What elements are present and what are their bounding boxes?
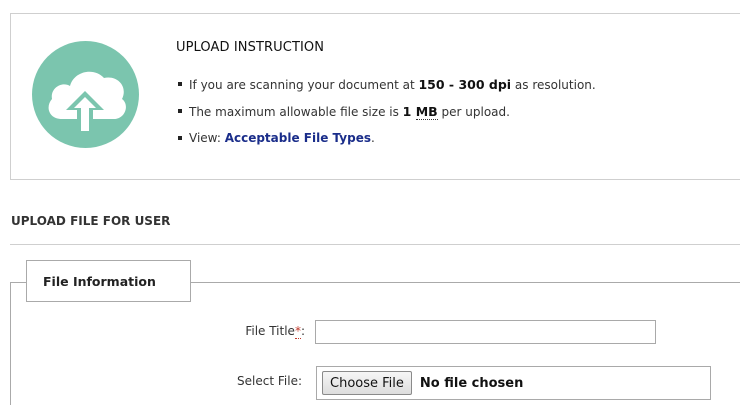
file-title-input[interactable]: [315, 320, 656, 344]
divider: [10, 244, 740, 245]
cloud-upload-icon: [32, 41, 139, 148]
instruction-text: .: [370, 131, 375, 145]
list-item: If you are scanning your document at 150…: [178, 77, 596, 104]
acceptable-file-types-link[interactable]: Acceptable File Types: [225, 131, 371, 145]
fieldset-legend: File Information: [26, 260, 191, 302]
select-file-label: Select File:: [237, 374, 302, 388]
instruction-list: If you are scanning your document at 150…: [178, 77, 596, 158]
fieldset-border: [10, 282, 11, 405]
instruction-text: If you are scanning your document at: [189, 78, 419, 92]
dpi-range: 150 - 300 dpi: [418, 77, 512, 92]
max-size-unit: MB: [415, 104, 438, 120]
list-item: The maximum allowable file size is 1 MB …: [178, 104, 596, 131]
instruction-text: View:: [189, 131, 225, 145]
instruction-text: per upload.: [437, 105, 510, 119]
file-input[interactable]: Choose File No file chosen: [316, 366, 711, 400]
section-title: UPLOAD FILE FOR USER: [11, 214, 171, 228]
list-item: View: Acceptable File Types.: [178, 131, 596, 158]
instruction-text: The maximum allowable file size is: [189, 105, 403, 119]
file-title-label: File Title*:: [245, 324, 305, 339]
instruction-title: UPLOAD INSTRUCTION: [176, 40, 325, 55]
upload-instruction-panel: UPLOAD INSTRUCTION If you are scanning y…: [10, 13, 740, 180]
instruction-text: as resolution.: [511, 78, 596, 92]
choose-file-button[interactable]: Choose File: [322, 371, 412, 395]
file-status: No file chosen: [419, 375, 524, 391]
